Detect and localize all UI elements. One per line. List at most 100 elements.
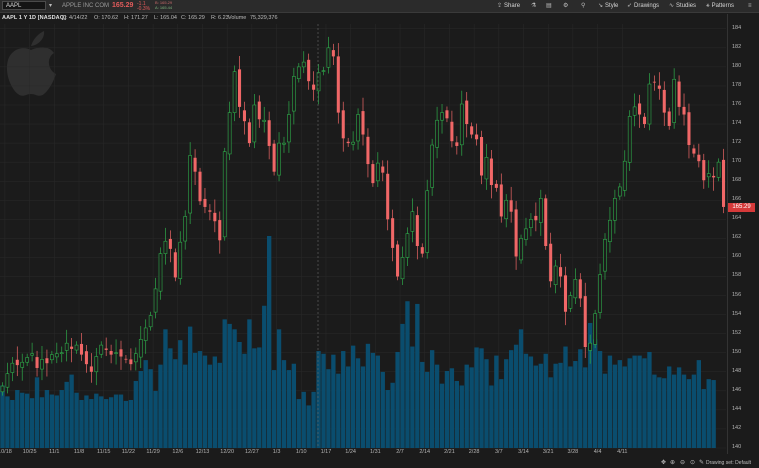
volume-bar [508, 350, 514, 448]
zoom-in-icon[interactable]: ⊕ [670, 459, 675, 466]
candle-up [632, 106, 637, 116]
candle-down [642, 116, 647, 125]
candle-down [237, 69, 242, 107]
candle-down [721, 159, 726, 207]
date-tick-label: 4/4 [593, 449, 602, 455]
volume-bar [662, 378, 667, 448]
candle-up [672, 78, 676, 123]
candle-down [173, 252, 177, 278]
volume-bar [686, 379, 692, 448]
volume-bar [365, 343, 371, 448]
volume-bar [617, 360, 622, 448]
candle-down [247, 122, 251, 144]
candle-up [232, 71, 237, 113]
price-tick-label: 180 [732, 62, 742, 69]
volume-bar [301, 391, 306, 448]
candle-down [381, 166, 385, 173]
expand-icon[interactable]: ✥ [661, 459, 666, 466]
candle-down [346, 141, 350, 144]
candle-down [445, 110, 449, 119]
price-chart[interactable] [0, 0, 727, 458]
candle-up [568, 295, 573, 309]
volume-bar [153, 390, 158, 448]
price-tick-label: 156 [732, 291, 742, 298]
candle-up [647, 83, 652, 125]
volume-bar [247, 319, 252, 448]
volume-bar [281, 360, 287, 448]
volume-bar [123, 400, 129, 448]
pan-icon[interactable]: ✎ [699, 459, 704, 466]
candle-up [99, 344, 104, 355]
candle-down [465, 100, 469, 125]
candle-down [119, 349, 123, 357]
candle-up [252, 104, 257, 143]
zoom-reset-icon[interactable]: ⊙ [690, 459, 695, 466]
candle-down [307, 59, 311, 82]
candle-up [143, 327, 148, 341]
candle-up [301, 61, 306, 68]
volume-bar [607, 355, 613, 448]
price-tick-label: 164 [732, 215, 742, 222]
candle-up [153, 288, 158, 313]
candle-up [287, 114, 291, 143]
candle-up [321, 70, 326, 72]
drawing-set-label: Drawing set: Default [706, 460, 752, 466]
volume-bar [202, 355, 208, 448]
price-tick-label: 152 [732, 329, 742, 336]
candle-down [563, 275, 568, 312]
volume-bar [400, 323, 405, 448]
volume-bar [415, 303, 420, 448]
candle-down [455, 142, 459, 146]
candle-down [361, 111, 365, 135]
menu-button[interactable]: ≡ [748, 1, 754, 11]
date-tick-label: 11/1 [49, 449, 60, 455]
candle-down [89, 366, 93, 372]
current-price-tag: 165.29 [728, 202, 755, 212]
volume-bar [296, 399, 301, 448]
volume-bar [355, 358, 361, 448]
date-tick-label: 12/6 [172, 449, 184, 455]
volume-bar [5, 396, 10, 448]
volume-bar [183, 364, 188, 448]
candle-up [608, 219, 612, 242]
volume-bar [104, 399, 109, 448]
date-tick-label: 2/14 [419, 449, 431, 455]
volume-bar [523, 353, 529, 448]
volume-bar [138, 370, 143, 448]
volume-bar [528, 356, 534, 448]
candle-up [410, 211, 415, 232]
volume-bar [187, 326, 193, 448]
candle-down [450, 121, 454, 142]
candle-down [682, 106, 686, 115]
candle-up [425, 190, 430, 253]
volume-bar [108, 397, 114, 448]
candle-down [213, 212, 217, 222]
volume-bar [444, 370, 450, 448]
price-tick-label: 168 [732, 177, 742, 184]
volume-bar [597, 351, 603, 448]
candle-down [662, 89, 666, 113]
candle-up [59, 352, 64, 354]
candle-down [499, 184, 503, 217]
volume-bar [538, 363, 543, 448]
volume-bar [696, 360, 702, 448]
candle-down [489, 158, 493, 186]
candle-up [430, 144, 434, 188]
price-axis[interactable]: 140 142 144 146 148 150 152 154 156 158 160 162 164 1… [727, 14, 759, 454]
date-axis[interactable]: 10/18 10/25 11/1 11/8 11/15 11/22 11/29 12/6 12/… [0, 448, 727, 458]
candle-up [0, 385, 5, 393]
date-tick-label: 2/21 [444, 449, 455, 455]
volume-bar [667, 366, 672, 448]
candle-up [114, 352, 118, 354]
candle-up [440, 112, 444, 121]
volume-bar [434, 364, 440, 448]
price-tick-label: 184 [732, 24, 742, 31]
price-tick-label: 176 [732, 100, 742, 107]
volume-bar [657, 377, 662, 448]
volume-bar [370, 352, 376, 448]
candle-up [356, 114, 360, 142]
volume-bar [133, 380, 138, 448]
volume-bar [592, 339, 598, 448]
zoom-out-icon[interactable]: ⊖ [680, 459, 685, 466]
volume-bar [148, 369, 153, 448]
